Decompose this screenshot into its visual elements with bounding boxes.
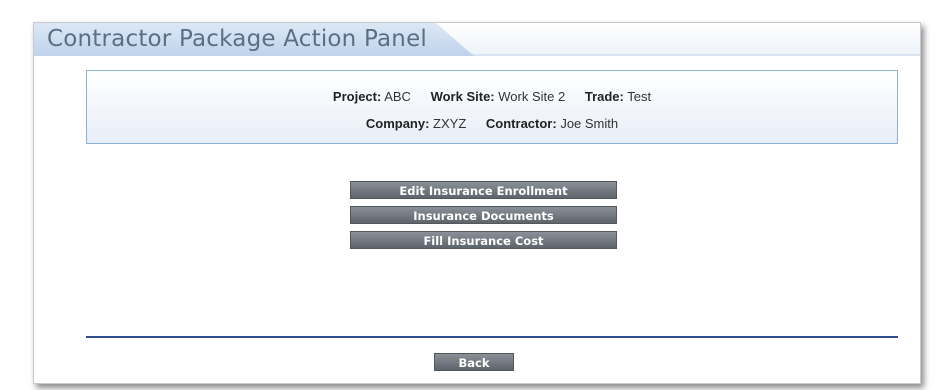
work-site-value: Work Site 2 bbox=[498, 89, 566, 104]
contractor-label: Contractor: bbox=[485, 116, 557, 131]
project-label: Project: bbox=[332, 89, 382, 104]
action-panel: Contractor Package Action Panel Project:… bbox=[33, 22, 921, 384]
trade-value: Test bbox=[627, 89, 652, 104]
work-site-label: Work Site: bbox=[430, 89, 495, 104]
edit-insurance-enrollment-button[interactable]: Edit Insurance Enrollment bbox=[350, 181, 617, 199]
package-info-box: Project: ABC Work Site: Work Site 2 Trad… bbox=[86, 70, 898, 144]
back-button[interactable]: Back bbox=[434, 353, 514, 371]
info-line-company: Company: ZXYZ Contractor: Joe Smith bbox=[87, 116, 897, 131]
footer-divider bbox=[86, 336, 898, 338]
trade-label: Trade: bbox=[584, 89, 624, 104]
insurance-documents-button[interactable]: Insurance Documents bbox=[350, 206, 617, 224]
fill-insurance-cost-button[interactable]: Fill Insurance Cost bbox=[350, 231, 617, 249]
company-label: Company: bbox=[365, 116, 430, 131]
company-value: ZXYZ bbox=[433, 116, 467, 131]
page-title: Contractor Package Action Panel bbox=[47, 26, 428, 52]
info-line-project: Project: ABC Work Site: Work Site 2 Trad… bbox=[87, 89, 897, 104]
project-value: ABC bbox=[384, 89, 411, 104]
contractor-value: Joe Smith bbox=[560, 116, 619, 131]
